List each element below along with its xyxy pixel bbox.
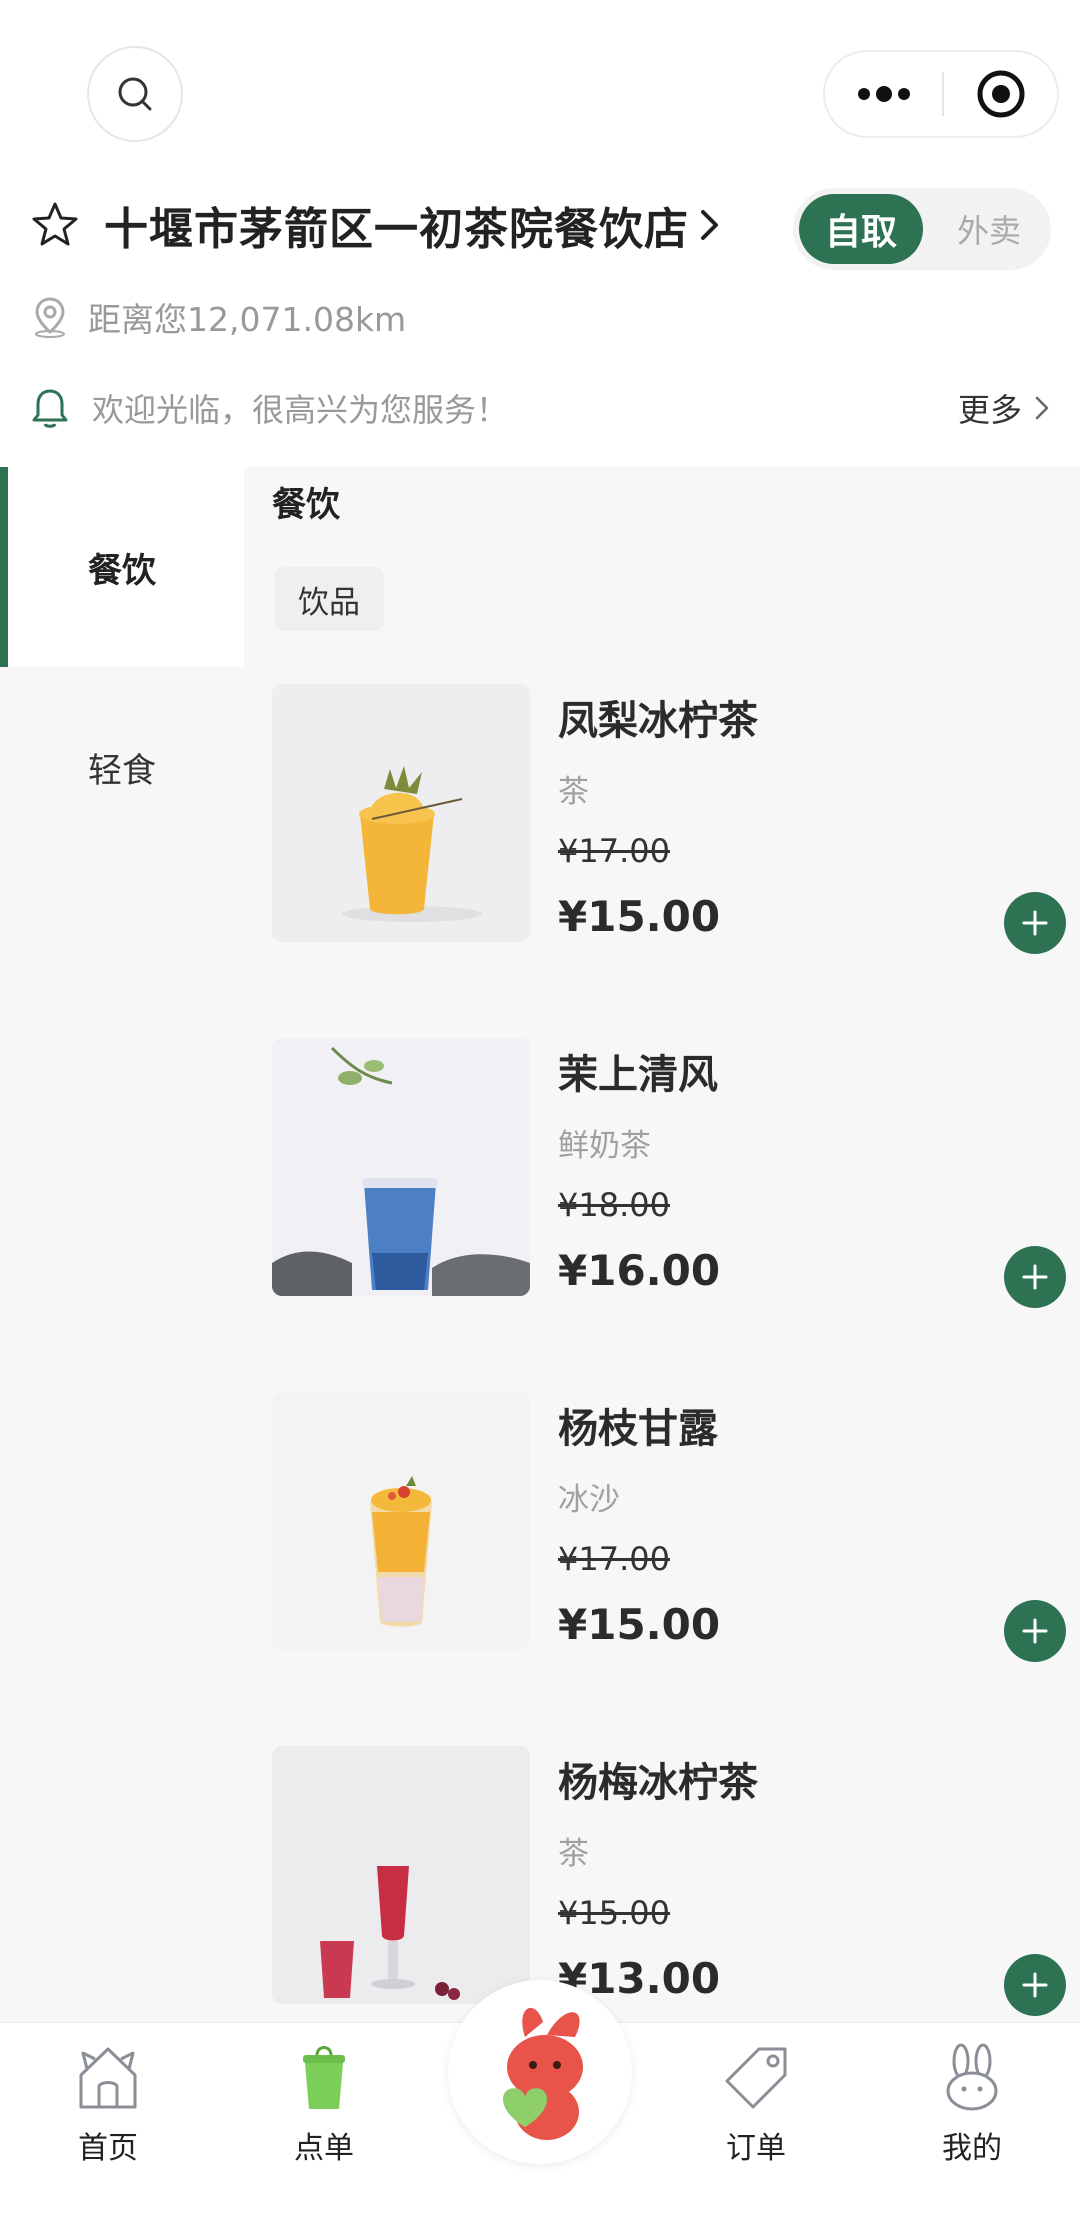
tab-profile[interactable]: 我的 xyxy=(892,2041,1052,2191)
store-name[interactable]: 十堰市茅箭区一初茶院餐饮店 xyxy=(104,193,689,257)
product-item[interactable]: 茉上清风 鲜奶茶 ¥18.00 ¥16.00 xyxy=(272,1038,1066,1308)
pineapple-tea-image xyxy=(272,684,530,942)
distance-row: 距离您12,071.08km xyxy=(32,292,406,342)
more-dots-icon xyxy=(857,86,910,102)
tab-order-menu[interactable]: 点单 xyxy=(244,2041,404,2191)
product-category: 鲜奶茶 xyxy=(558,1128,651,1164)
mascot-icon xyxy=(503,2007,583,2140)
delivery-mode-button[interactable]: 外卖 xyxy=(933,194,1045,264)
chevron-right-icon xyxy=(1035,396,1049,420)
product-image xyxy=(272,1038,530,1296)
target-icon xyxy=(977,70,1024,118)
category-sidebar: 餐饮 轻食 xyxy=(0,467,244,2022)
plus-icon xyxy=(1022,1618,1048,1644)
product-price: ¥15.00 xyxy=(558,892,721,941)
section-title: 餐饮 xyxy=(272,485,340,525)
product-image xyxy=(272,1746,530,2004)
favorite-star-icon[interactable] xyxy=(30,200,80,250)
product-name: 凤梨冰柠茶 xyxy=(558,698,758,744)
add-to-cart-button[interactable] xyxy=(1004,892,1066,954)
tab-label: 首页 xyxy=(78,2131,138,2166)
page: 十堰市茅箭区一初茶院餐饮店 自取 外卖 距离您12,071.08km 欢迎光临，… xyxy=(0,0,1080,2240)
product-image xyxy=(272,684,530,942)
product-item[interactable]: 杨枝甘露 冰沙 ¥17.00 ¥15.00 xyxy=(272,1392,1066,1662)
add-to-cart-button[interactable] xyxy=(1004,1246,1066,1308)
pickup-mode-button[interactable]: 自取 xyxy=(799,194,923,264)
tab-orders[interactable]: 订单 xyxy=(676,2041,836,2191)
mascot-center-button[interactable] xyxy=(448,1980,632,2164)
location-pin-icon xyxy=(35,297,65,338)
tab-home[interactable]: 首页 xyxy=(28,2041,188,2191)
notice-bar: 欢迎光临，很高兴为您服务！ 更多 xyxy=(30,380,1050,436)
product-category: 茶 xyxy=(558,1836,589,1872)
product-original-price: ¥18.00 xyxy=(558,1186,670,1224)
distance-text: 距离您12,071.08km xyxy=(88,300,407,339)
product-name: 茉上清风 xyxy=(558,1052,718,1098)
product-original-price: ¥17.00 xyxy=(558,832,670,870)
tab-label: 订单 xyxy=(726,2131,786,2166)
product-name: 杨梅冰柠茶 xyxy=(558,1760,758,1806)
product-item[interactable]: 凤梨冰柠茶 茶 ¥17.00 ¥15.00 xyxy=(272,684,1066,954)
delivery-mode-toggle: 自取 外卖 xyxy=(793,188,1051,270)
store-header[interactable]: 十堰市茅箭区一初茶院餐饮店 xyxy=(30,190,721,260)
tab-label: 我的 xyxy=(942,2131,1002,2166)
product-original-price: ¥17.00 xyxy=(558,1540,670,1578)
search-button[interactable] xyxy=(87,46,183,142)
more-button[interactable] xyxy=(825,52,942,136)
plus-icon xyxy=(1022,910,1048,936)
product-original-price: ¥15.00 xyxy=(558,1894,670,1932)
product-image xyxy=(272,1392,530,1650)
chevron-right-icon xyxy=(701,210,718,240)
product-price: ¥16.00 xyxy=(558,1246,721,1295)
add-to-cart-button[interactable] xyxy=(1004,1600,1066,1662)
product-item[interactable]: 杨梅冰柠茶 茶 ¥15.00 ¥13.00 xyxy=(272,1746,1066,2016)
sidebar-item-light-meal[interactable]: 轻食 xyxy=(0,667,244,867)
menu-list: 餐饮 饮品 凤梨冰柠茶 茶 ¥17.00 ¥15.00 茉上清风 鲜奶茶 ¥18… xyxy=(244,467,1080,2022)
product-name: 杨枝甘露 xyxy=(558,1406,718,1452)
home-icon xyxy=(79,2047,137,2109)
jasmine-milk-tea-image xyxy=(272,1038,530,1296)
sidebar-item-dining[interactable]: 餐饮 xyxy=(0,467,244,667)
plus-icon xyxy=(1022,1264,1048,1290)
mango-sago-image xyxy=(272,1392,530,1650)
notice-more-label: 更多 xyxy=(957,391,1022,429)
subcategory-chip[interactable]: 饮品 xyxy=(274,567,384,631)
product-category: 冰沙 xyxy=(558,1482,620,1518)
bunny-icon xyxy=(946,2043,998,2111)
bayberry-tea-image xyxy=(272,1746,530,2004)
product-price: ¥15.00 xyxy=(558,1600,721,1649)
product-category: 茶 xyxy=(558,774,589,810)
tag-icon xyxy=(725,2047,787,2109)
bell-icon xyxy=(32,389,68,428)
order-cup-icon xyxy=(303,2046,345,2109)
add-to-cart-button[interactable] xyxy=(1004,1954,1066,2016)
notice-text: 欢迎光临，很高兴为您服务！ xyxy=(92,391,509,429)
mini-program-capsule xyxy=(823,50,1059,138)
tab-label: 点单 xyxy=(294,2131,354,2166)
notice-more-link[interactable]: 更多 xyxy=(958,385,1050,431)
plus-icon xyxy=(1022,1972,1048,1998)
search-icon xyxy=(118,77,152,111)
close-miniprogram-button[interactable] xyxy=(944,52,1057,136)
